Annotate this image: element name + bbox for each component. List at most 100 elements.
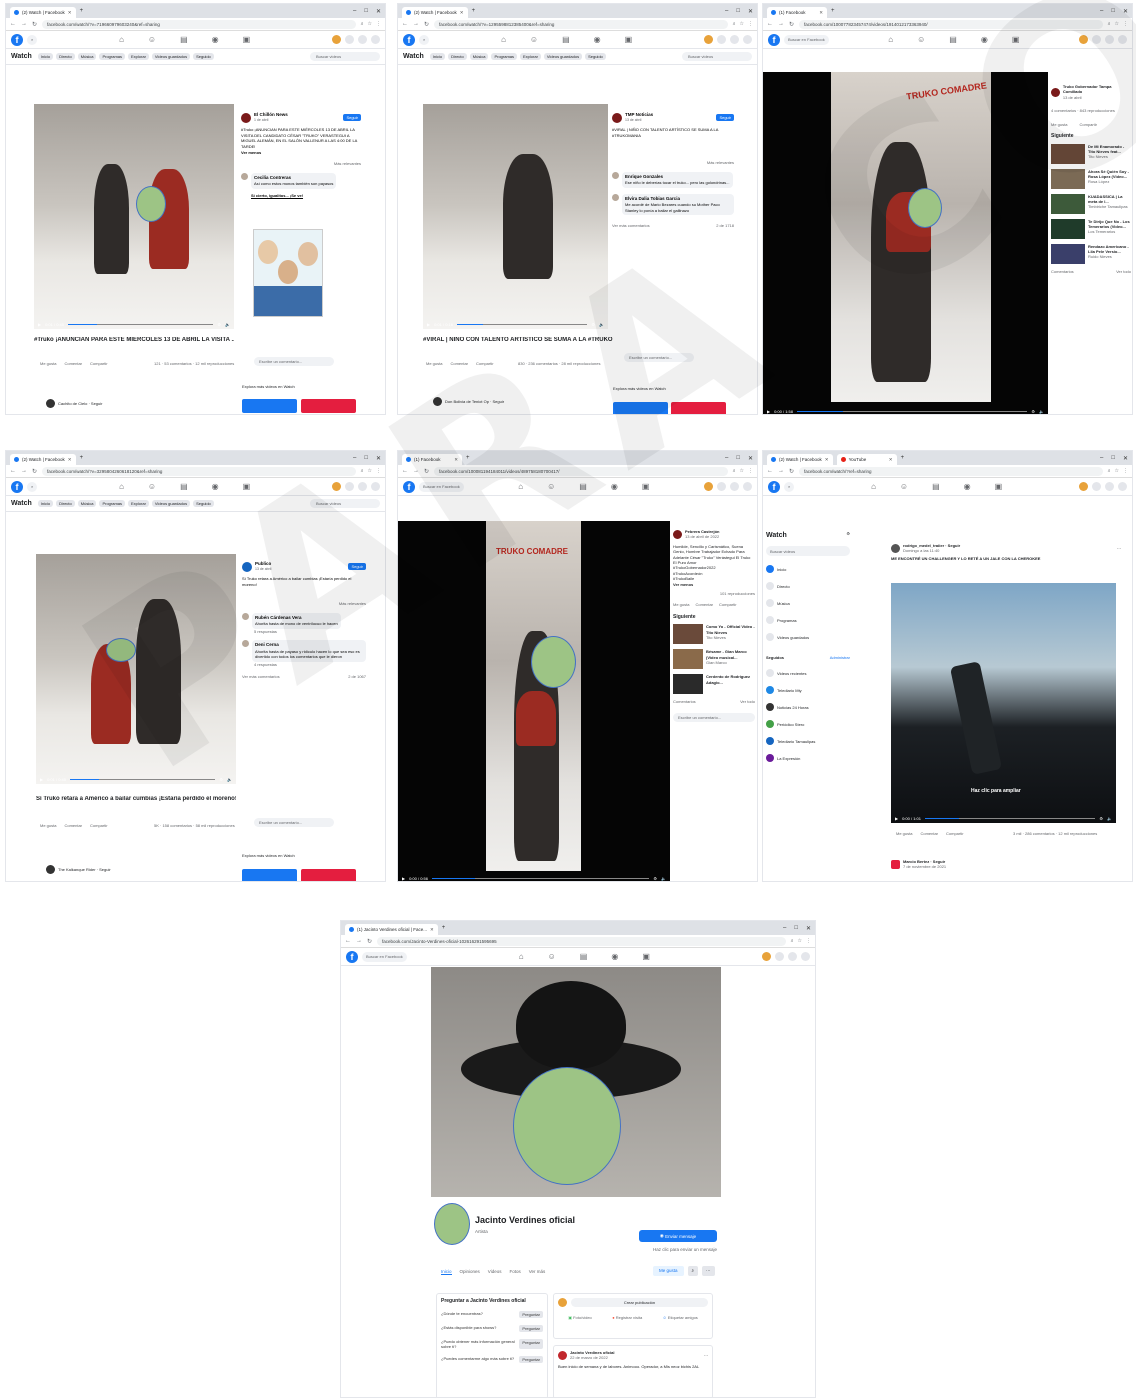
star-icon[interactable]: ☆ bbox=[740, 21, 744, 27]
tab-fotos[interactable]: Fotos bbox=[509, 1269, 520, 1275]
minimize-icon[interactable]: – bbox=[353, 8, 356, 15]
bell-icon[interactable] bbox=[1118, 35, 1127, 44]
sidebar-item-page[interactable]: Telediario Tamaulipas bbox=[766, 737, 850, 746]
minimize-icon[interactable]: – bbox=[783, 925, 786, 932]
play-icon[interactable]: ▶ bbox=[895, 816, 898, 821]
minimize-icon[interactable]: – bbox=[1100, 8, 1103, 15]
extensions[interactable]: ⌕ ☆ ⋮ bbox=[1108, 21, 1128, 27]
marketplace-icon[interactable]: ▤ bbox=[180, 35, 188, 44]
explore-card[interactable] bbox=[242, 399, 297, 413]
new-tab-icon[interactable]: + bbox=[831, 8, 835, 14]
friends-icon[interactable]: ☺ bbox=[148, 482, 156, 491]
url-field[interactable]: facebook.com/watch/?v=3295804260618120&r… bbox=[42, 466, 356, 476]
watch-nav-item[interactable]: Inicio bbox=[429, 53, 446, 60]
minimize-icon[interactable]: – bbox=[353, 455, 356, 462]
follow-button[interactable]: Seguir bbox=[716, 113, 734, 122]
groups-icon[interactable]: ◉ bbox=[212, 35, 219, 44]
menu-icon[interactable]: ⋮ bbox=[1123, 21, 1128, 27]
avatar[interactable] bbox=[762, 952, 771, 961]
video-thumbnail[interactable] bbox=[1051, 243, 1085, 264]
star-icon[interactable]: ☆ bbox=[368, 21, 372, 27]
bell-icon[interactable] bbox=[1118, 482, 1127, 491]
volume-icon[interactable]: 🔈 bbox=[599, 322, 604, 327]
reload-icon[interactable]: ↻ bbox=[424, 468, 429, 475]
play-icon[interactable]: ▶ bbox=[38, 322, 41, 327]
menu-icon[interactable]: ⋮ bbox=[1123, 468, 1128, 474]
ask-button[interactable]: Preguntar bbox=[519, 1311, 543, 1318]
url-field[interactable]: facebook.com/100081194184011/videos/4897… bbox=[434, 466, 728, 476]
browser-tab[interactable]: (1) Facebook ✕ bbox=[402, 454, 462, 465]
comment-input[interactable]: Escribe un comentario... bbox=[254, 818, 334, 827]
messenger-icon[interactable] bbox=[358, 482, 367, 491]
window-controls[interactable]: – □ ✕ bbox=[353, 8, 381, 15]
avatar[interactable] bbox=[332, 482, 341, 491]
gear-icon[interactable]: ⚙ bbox=[846, 531, 850, 540]
menu-icon[interactable]: ⋮ bbox=[748, 468, 753, 474]
window-controls[interactable]: – □ ✕ bbox=[353, 455, 381, 462]
extensions[interactable]: ⌕ ☆ ⋮ bbox=[361, 21, 381, 27]
marketplace-icon[interactable]: ▤ bbox=[562, 35, 570, 44]
close-icon[interactable]: ✕ bbox=[460, 10, 464, 16]
sidebar-item-programas[interactable]: Programas bbox=[766, 616, 850, 625]
video-thumbnail[interactable] bbox=[1051, 168, 1085, 189]
video-controls[interactable]: ▶ 0:00 / 0:56 ⚙ 🔈 bbox=[398, 873, 670, 881]
marketplace-icon[interactable]: ▤ bbox=[932, 482, 940, 491]
forward-icon[interactable]: → bbox=[21, 468, 27, 474]
maximize-icon[interactable]: □ bbox=[736, 8, 740, 15]
comment-button[interactable]: Comentar bbox=[695, 602, 713, 607]
settings-icon[interactable]: ⚙ bbox=[219, 777, 223, 782]
facebook-logo-icon[interactable]: f bbox=[768, 480, 780, 493]
settings-icon[interactable]: ⚙ bbox=[591, 322, 595, 327]
progress-bar[interactable] bbox=[796, 410, 1028, 412]
home-icon[interactable]: ⌂ bbox=[119, 35, 124, 44]
reload-icon[interactable]: ↻ bbox=[424, 21, 429, 28]
list-item[interactable]: Te Dirijo Que No - Los Temerarios (Video… bbox=[1051, 218, 1131, 239]
window-controls[interactable]: – □ ✕ bbox=[725, 455, 753, 462]
friends-icon[interactable]: ☺ bbox=[900, 482, 908, 491]
bell-icon[interactable] bbox=[801, 952, 810, 961]
back-icon[interactable]: ← bbox=[345, 938, 351, 944]
ask-button[interactable]: Preguntar bbox=[519, 1325, 543, 1332]
extensions[interactable]: ⌕ ☆ ⋮ bbox=[791, 938, 811, 944]
close-window-icon[interactable]: ✕ bbox=[376, 455, 381, 462]
video-player[interactable]: TRUKO COMADRE ▶ 0:00 / 0:56 ⚙ 🔈 bbox=[398, 521, 670, 881]
grid-icon[interactable] bbox=[1092, 35, 1101, 44]
like-button[interactable]: Me gusta bbox=[1051, 122, 1067, 127]
comment-button[interactable]: Comentar bbox=[64, 823, 82, 828]
search-icon[interactable]: ⌕ bbox=[27, 481, 38, 492]
new-tab-icon[interactable]: + bbox=[901, 455, 905, 461]
video-thumbnail[interactable] bbox=[673, 674, 703, 695]
follow-button[interactable]: Seguir bbox=[348, 562, 366, 571]
groups-icon[interactable]: ◉ bbox=[964, 482, 971, 491]
browser-tab[interactable]: (2) Watch | Facebook ✕ bbox=[402, 7, 468, 18]
friends-icon[interactable]: ☺ bbox=[547, 482, 555, 491]
share-button[interactable]: Compartir bbox=[90, 823, 108, 828]
more-options-icon[interactable]: ⋯ bbox=[1117, 546, 1121, 551]
avatar[interactable] bbox=[242, 640, 249, 648]
maximize-icon[interactable]: □ bbox=[364, 455, 368, 462]
comment-input[interactable]: Escribe un comentario... bbox=[254, 357, 334, 366]
zoom-icon[interactable]: ⌕ bbox=[361, 21, 364, 27]
bell-icon[interactable] bbox=[743, 35, 752, 44]
forward-icon[interactable]: → bbox=[778, 21, 784, 27]
watch-nav-item[interactable]: Explorar bbox=[128, 53, 149, 60]
bell-icon[interactable] bbox=[371, 35, 380, 44]
messenger-icon[interactable] bbox=[730, 35, 739, 44]
tab-videos[interactable]: Videos bbox=[488, 1269, 502, 1275]
manage-link[interactable]: Administrar bbox=[830, 655, 850, 660]
close-icon[interactable]: ✕ bbox=[889, 457, 893, 463]
video-controls[interactable]: ▶ 0:00 / 1:58 ⚙ 🔈 bbox=[763, 406, 1048, 414]
groups-icon[interactable]: ◉ bbox=[981, 35, 988, 44]
groups-icon[interactable]: ◉ bbox=[611, 952, 618, 961]
explore-card[interactable] bbox=[301, 399, 356, 413]
close-window-icon[interactable]: ✕ bbox=[1123, 455, 1128, 462]
video-player[interactable]: ▶ 0:01 / 0:16 ⚙ 🔈 bbox=[423, 104, 608, 329]
forward-icon[interactable]: → bbox=[778, 468, 784, 474]
list-item[interactable]: Rendazo Americano - Lila Pele Versio... R… bbox=[1051, 243, 1131, 264]
menu-icon[interactable]: ⋮ bbox=[748, 21, 753, 27]
search-icon[interactable]: ⌕ bbox=[419, 34, 430, 45]
see-less-link[interactable]: Ver menos bbox=[673, 582, 755, 587]
explore-card[interactable] bbox=[301, 869, 356, 881]
reload-icon[interactable]: ↻ bbox=[32, 468, 37, 475]
window-controls[interactable]: – □ ✕ bbox=[1100, 455, 1128, 462]
